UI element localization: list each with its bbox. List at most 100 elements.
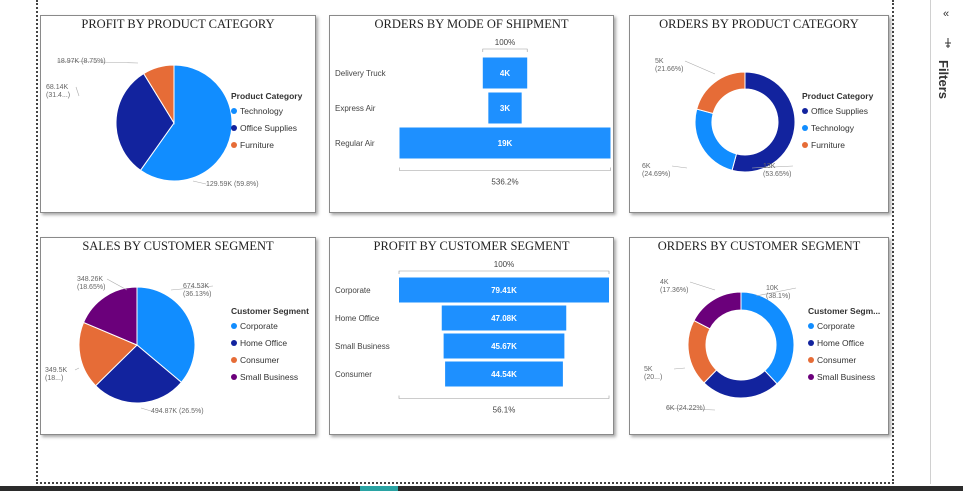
pie-slice-corporate[interactable] <box>740 291 795 385</box>
data-label: 494.87K (26.5%) <box>151 408 204 415</box>
data-label: 4K <box>660 279 669 286</box>
active-page-indicator[interactable] <box>360 486 398 491</box>
legend-marker[interactable] <box>231 357 237 363</box>
legend-item: Home Office <box>240 338 287 348</box>
leader-line <box>140 407 152 412</box>
orders-by-product-category-visual[interactable]: ORDERS BY PRODUCT CATEGORY 13K (53.65%) 6K… <box>629 15 889 213</box>
data-label: 348.26K <box>77 276 103 283</box>
funnel-category-label: Small Business <box>335 342 390 351</box>
legend-marker[interactable] <box>808 357 814 363</box>
legend-marker[interactable] <box>808 323 814 329</box>
legend-marker[interactable] <box>231 323 237 329</box>
legend-marker[interactable] <box>802 108 808 114</box>
profit-by-customer-segment-visual[interactable]: PROFIT BY CUSTOMER SEGMENT 100% 79.41K Cor… <box>329 237 614 435</box>
funnel-value-label: 3K <box>500 104 510 113</box>
profit-by-product-category-visual[interactable]: PROFIT BY PRODUCT CATEGORY 129.59K (59.8… <box>40 15 316 213</box>
filters-label[interactable]: Filters <box>936 60 951 99</box>
pie-slice-consumer[interactable] <box>687 319 718 384</box>
filter-icon[interactable] <box>944 38 952 48</box>
data-label: 6K (24.22%) <box>666 405 705 412</box>
data-label: 674.53K <box>183 283 209 290</box>
legend-item: Consumer <box>240 355 279 365</box>
leader-line <box>684 60 716 75</box>
legend-marker[interactable] <box>231 142 237 148</box>
funnel-category-label: Regular Air <box>335 139 375 148</box>
leader-line <box>74 367 80 371</box>
pie-slice-home-office[interactable] <box>703 369 778 399</box>
legend-marker[interactable] <box>231 340 237 346</box>
legend-item: Home Office <box>817 338 864 348</box>
legend-item: Corporate <box>240 321 278 331</box>
legend-marker[interactable] <box>231 374 237 380</box>
data-label: 349.5K <box>45 367 68 374</box>
leader-line <box>106 278 128 291</box>
data-label: (24.69%) <box>642 171 670 178</box>
funnel-chart: 100% 79.41K Corporate 47.08K Home Office 45.6… <box>335 260 610 415</box>
pie-slice-small-business[interactable] <box>693 291 742 330</box>
filters-pane[interactable]: « Filters <box>930 0 963 484</box>
funnel-value-label: 47.08K <box>491 314 517 323</box>
data-label: (53.65%) <box>763 171 791 178</box>
funnel-chart: 100% 4K Delivery Truck 3K Express Air 19K Regu… <box>335 38 611 187</box>
funnel-bottom-percent: 56.1% <box>493 406 516 415</box>
data-label: 129.59K (59.8%) <box>206 181 259 188</box>
report-canvas: PROFIT BY PRODUCT CATEGORY 129.59K (59.8… <box>36 0 894 484</box>
legend-item: Technology <box>811 123 855 133</box>
sales-by-customer-segment-visual[interactable]: SALES BY CUSTOMER SEGMENT 674.53K (36.13%… <box>40 237 316 435</box>
legend-item: Small Business <box>240 372 298 382</box>
legend-marker[interactable] <box>231 108 237 114</box>
legend-title: Customer Segm... <box>808 306 880 316</box>
collapse-chevron-icon[interactable]: « <box>943 8 949 20</box>
pie-slice-technology[interactable] <box>694 108 738 171</box>
legend-title: Product Category <box>231 91 303 101</box>
funnel-bottom-bracket <box>399 167 611 171</box>
legend-item: Furniture <box>811 140 845 150</box>
legend-marker[interactable] <box>231 125 237 131</box>
funnel-category-label: Corporate <box>335 286 371 295</box>
data-label: 10K <box>766 285 779 292</box>
funnel-value-label: 4K <box>500 69 510 78</box>
legend-item: Small Business <box>817 372 875 382</box>
funnel-bottom-percent: 536.2% <box>491 178 518 187</box>
funnel-category-label: Home Office <box>335 314 380 323</box>
funnel-value-label: 45.67K <box>491 342 517 351</box>
funnel-value-label: 19K <box>498 139 513 148</box>
orders-by-shipment-mode-visual[interactable]: ORDERS BY MODE OF SHIPMENT 100% 4K Deliver… <box>329 15 614 213</box>
legend-item: Office Supplies <box>240 123 297 133</box>
legend-item: Furniture <box>240 140 274 150</box>
pie-chart: 674.53K(36.13%)494.87K (26.5%)349.5K(18.… <box>45 276 309 415</box>
data-label: (18...) <box>45 375 63 382</box>
funnel-category-label: Consumer <box>335 370 372 379</box>
funnel-top-percent: 100% <box>495 38 515 47</box>
funnel-top-bracket <box>482 48 528 52</box>
data-label: (31.4...) <box>46 92 70 99</box>
legend-marker[interactable] <box>802 142 808 148</box>
donut-chart: 13K(53.65%) 6K(24.69%) 5K(21.66%) Product C… <box>642 58 874 178</box>
data-label: 5K <box>644 366 653 373</box>
legend-marker[interactable] <box>808 374 814 380</box>
leader-line <box>673 367 686 370</box>
legend-title: Customer Segment <box>231 306 309 316</box>
orders-by-customer-segment-visual[interactable]: ORDERS BY CUSTOMER SEGMENT 10K (38.1%) 6K … <box>629 237 889 435</box>
funnel-top-bracket <box>398 270 610 274</box>
funnel-value-label: 44.54K <box>491 370 517 379</box>
donut-chart: 10K(38.1%) 6K (24.22%) 5K(20...) 4K(17.36%)… <box>644 279 880 412</box>
pie-slice-furniture[interactable] <box>696 71 746 115</box>
leader-line <box>671 165 688 169</box>
legend-item: Technology <box>240 106 284 116</box>
data-label: 68.14K <box>46 84 69 91</box>
leader-line <box>75 86 80 97</box>
data-label: 18.97K (8.75%) <box>57 58 106 65</box>
funnel-category-label: Delivery Truck <box>335 69 387 78</box>
leader-line <box>689 281 716 291</box>
data-label: (36.13%) <box>183 291 211 298</box>
leader-line <box>192 180 207 185</box>
pie-chart: 129.59K (59.8%) 68.14K(31.4...) 18.97K (8.… <box>46 58 303 188</box>
data-label: (18.65%) <box>77 284 105 291</box>
data-label: (17.36%) <box>660 287 688 294</box>
funnel-bottom-bracket <box>398 395 610 399</box>
legend-marker[interactable] <box>802 125 808 131</box>
data-label: 13K <box>763 163 776 170</box>
data-label: 6K <box>642 163 651 170</box>
legend-marker[interactable] <box>808 340 814 346</box>
